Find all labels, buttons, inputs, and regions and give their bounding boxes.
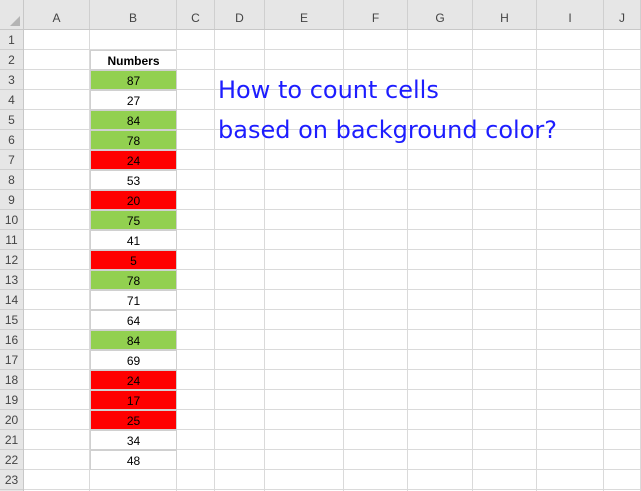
row-header-21[interactable]: 21 [0, 430, 23, 450]
number-cell[interactable]: 20 [90, 190, 177, 210]
number-cell[interactable]: 69 [90, 350, 177, 370]
row-header-3[interactable]: 3 [0, 70, 23, 90]
number-cell[interactable]: 25 [90, 410, 177, 430]
row-header-bar: 1 2 3 4 5 6 7 8 9 10 11 12 13 14 15 16 17 18 19 20 21 22 23 [0, 30, 24, 491]
select-all-triangle-icon [10, 16, 20, 26]
number-cell[interactable]: 71 [90, 290, 177, 310]
select-all-corner[interactable] [0, 0, 24, 30]
number-cell[interactable]: 27 [90, 90, 177, 110]
row-header-17[interactable]: 17 [0, 350, 23, 370]
grid-vertical-line [214, 30, 215, 491]
number-cell[interactable]: 78 [90, 130, 177, 150]
grid-horizontal-line [24, 489, 641, 490]
row-header-23[interactable]: 23 [0, 470, 23, 490]
number-cell[interactable]: 41 [90, 230, 177, 250]
column-header-h[interactable]: H [473, 0, 537, 29]
number-cell[interactable]: 75 [90, 210, 177, 230]
column-header-j[interactable]: J [604, 0, 641, 29]
row-header-6[interactable]: 6 [0, 130, 23, 150]
number-cell[interactable]: 84 [90, 330, 177, 350]
grid-vertical-line [472, 30, 473, 491]
number-cell[interactable]: 64 [90, 310, 177, 330]
number-cell[interactable]: 53 [90, 170, 177, 190]
row-header-4[interactable]: 4 [0, 90, 23, 110]
row-header-5[interactable]: 5 [0, 110, 23, 130]
row-header-12[interactable]: 12 [0, 250, 23, 270]
row-header-19[interactable]: 19 [0, 390, 23, 410]
number-cell[interactable]: 78 [90, 270, 177, 290]
numbers-header-cell[interactable]: Numbers [90, 50, 177, 70]
number-cell[interactable]: 84 [90, 110, 177, 130]
row-header-14[interactable]: 14 [0, 290, 23, 310]
spreadsheet: ABCDEFGHIJ 1 2 3 4 5 6 7 8 9 10 11 12 13 14 15 16 17 18 19… [0, 0, 641, 491]
number-cell[interactable]: 24 [90, 150, 177, 170]
column-header-bar: ABCDEFGHIJ [24, 0, 641, 30]
number-cell[interactable]: 5 [90, 250, 177, 270]
column-header-c[interactable]: C [177, 0, 215, 29]
number-cell[interactable]: 34 [90, 430, 177, 450]
number-cell[interactable]: 48 [90, 450, 177, 470]
row-header-16[interactable]: 16 [0, 330, 23, 350]
number-cell[interactable]: 17 [90, 390, 177, 410]
grid-vertical-line [536, 30, 537, 491]
row-header-7[interactable]: 7 [0, 150, 23, 170]
row-header-13[interactable]: 13 [0, 270, 23, 290]
column-header-b[interactable]: B [90, 0, 177, 29]
column-header-g[interactable]: G [408, 0, 473, 29]
headline-line-2: based on background color? [218, 116, 558, 144]
column-header-e[interactable]: E [265, 0, 344, 29]
number-cell[interactable]: 24 [90, 370, 177, 390]
column-header-f[interactable]: F [344, 0, 408, 29]
number-cell[interactable]: 87 [90, 70, 177, 90]
row-header-10[interactable]: 10 [0, 210, 23, 230]
row-header-15[interactable]: 15 [0, 310, 23, 330]
row-header-8[interactable]: 8 [0, 170, 23, 190]
column-header-a[interactable]: A [24, 0, 90, 29]
row-header-20[interactable]: 20 [0, 410, 23, 430]
column-header-d[interactable]: D [215, 0, 265, 29]
row-header-1[interactable]: 1 [0, 30, 23, 50]
grid-vertical-line [603, 30, 604, 491]
row-header-9[interactable]: 9 [0, 190, 23, 210]
column-header-i[interactable]: I [537, 0, 604, 29]
row-header-11[interactable]: 11 [0, 230, 23, 250]
row-header-18[interactable]: 18 [0, 370, 23, 390]
headline-line-1: How to count cells [218, 76, 439, 104]
row-header-2[interactable]: 2 [0, 50, 23, 70]
row-header-22[interactable]: 22 [0, 450, 23, 470]
